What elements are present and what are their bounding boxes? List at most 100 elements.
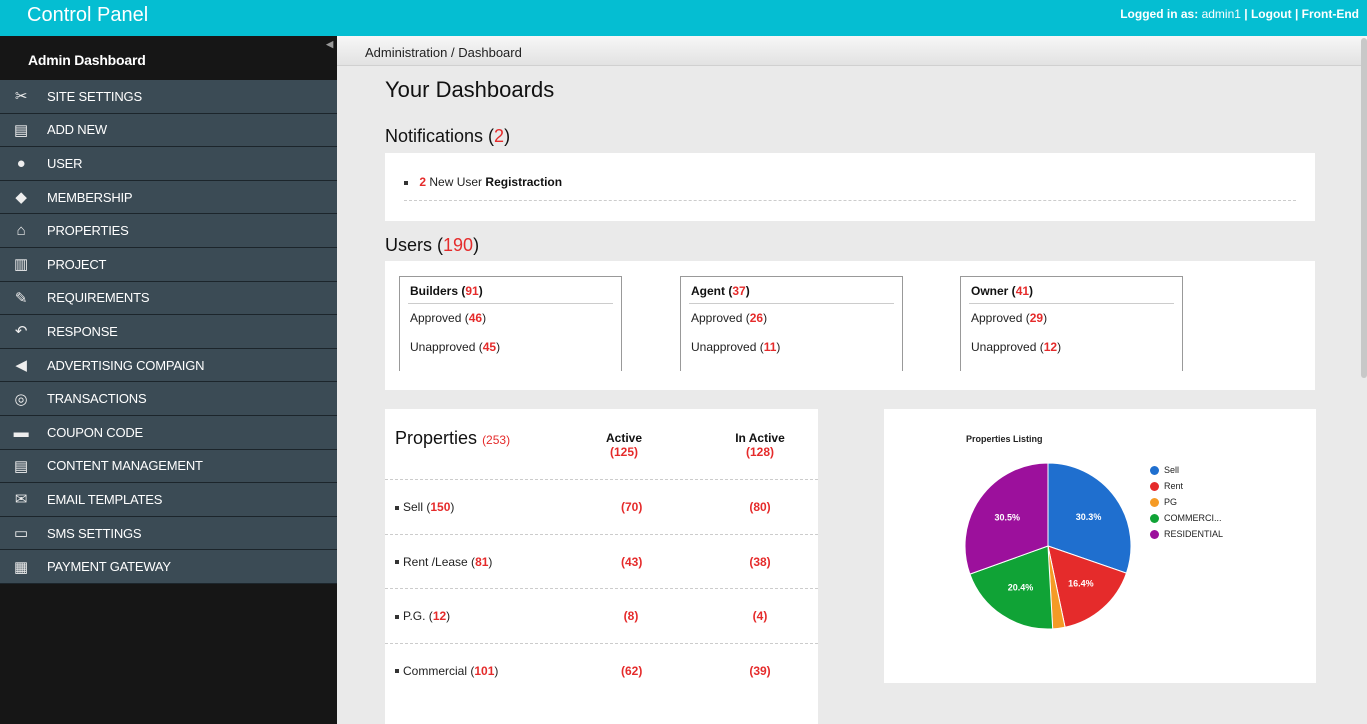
legend-label: Rent bbox=[1164, 481, 1184, 491]
property-type[interactable]: Commercial (101) bbox=[395, 664, 498, 678]
legend-item[interactable]: COMMERCI... bbox=[1150, 510, 1223, 526]
sidebar-item-content-management[interactable]: ▤ CONTENT MANAGEMENT bbox=[0, 449, 337, 484]
inactive-count[interactable]: (80) bbox=[747, 500, 773, 514]
sidebar-item-transactions[interactable]: ◎ TRANSACTIONS bbox=[0, 382, 337, 416]
user-group-title[interactable]: Owner (41) bbox=[969, 277, 1174, 304]
sidebar-item-advertising-compaign[interactable]: ◀ ADVERTISING COMPAIGN bbox=[0, 348, 337, 383]
sidebar-item-label: USER bbox=[47, 155, 83, 171]
legend-item[interactable]: RESIDENTIAL bbox=[1150, 526, 1223, 542]
notification-item[interactable]: 2 New User Registraction bbox=[404, 175, 562, 189]
front-end-link[interactable]: Front-End bbox=[1302, 7, 1359, 21]
notifications-panel: 2 New User Registraction bbox=[385, 153, 1315, 221]
user-group-title[interactable]: Builders (91) bbox=[408, 277, 613, 304]
user-group-title[interactable]: Agent (37) bbox=[689, 277, 894, 304]
breadcrumb: Administration / Dashboard bbox=[337, 36, 1367, 66]
group-count: 41 bbox=[1015, 284, 1030, 298]
property-name: Commercial bbox=[403, 663, 468, 678]
unapproved-row[interactable]: Unapproved (45) bbox=[408, 333, 613, 362]
active-count[interactable]: (43) bbox=[621, 555, 642, 569]
sms-icon: ▭ bbox=[14, 525, 28, 543]
sidebar-item-requirements[interactable]: ✎ REQUIREMENTS bbox=[0, 281, 337, 316]
active-label: Active bbox=[605, 431, 643, 445]
legend-label: RESIDENTIAL bbox=[1164, 529, 1224, 539]
tools-icon: ✂ bbox=[14, 88, 28, 106]
property-type[interactable]: P.G. (12) bbox=[395, 609, 450, 623]
table-row: P.G. (12) (8) (4) bbox=[385, 588, 818, 642]
unapproved-row[interactable]: Unapproved (12) bbox=[969, 333, 1174, 362]
approved-row[interactable]: Approved (29) bbox=[969, 304, 1174, 333]
legend-item[interactable]: PG bbox=[1150, 494, 1223, 510]
sidebar-header: Admin Dashboard ◀ bbox=[0, 36, 337, 80]
sidebar-menu: ✂ SITE SETTINGS ▤ ADD NEW ● USER ◆ MEMBERSHIP ⌂ P… bbox=[0, 80, 337, 584]
sidebar-item-add-new[interactable]: ▤ ADD NEW bbox=[0, 113, 337, 148]
sidebar-item-site-settings[interactable]: ✂ SITE SETTINGS bbox=[0, 80, 337, 114]
legend-label: COMMERCI... bbox=[1164, 513, 1222, 523]
content-icon: ▤ bbox=[14, 457, 28, 475]
membership-card-icon: ◆ bbox=[15, 189, 27, 207]
sidebar-item-label: EMAIL TEMPLATES bbox=[47, 491, 163, 507]
property-type[interactable]: Rent /Lease (81) bbox=[395, 555, 492, 569]
breadcrumb-separator: / bbox=[451, 45, 455, 60]
inactive-count[interactable]: (4) bbox=[747, 609, 773, 623]
scrollbar[interactable] bbox=[1361, 38, 1367, 378]
user-icon: ● bbox=[16, 154, 26, 172]
property-count: 150 bbox=[430, 500, 451, 514]
legend-label: PG bbox=[1164, 497, 1178, 507]
inactive-total: (128) bbox=[745, 445, 774, 459]
inactive-count[interactable]: (38) bbox=[747, 555, 773, 569]
unapproved-count: 12 bbox=[1043, 340, 1058, 354]
sidebar-item-payment-gateway[interactable]: ▦ PAYMENT GATEWAY bbox=[0, 550, 337, 584]
legend-item[interactable]: Rent bbox=[1150, 478, 1223, 494]
collapse-arrow-icon[interactable]: ◀ bbox=[326, 39, 333, 50]
app-title: Control Panel bbox=[27, 4, 149, 26]
property-name: Rent /Lease bbox=[403, 554, 468, 569]
sidebar: Admin Dashboard ◀ ✂ SITE SETTINGS ▤ ADD NEW… bbox=[0, 36, 337, 724]
sidebar-item-project[interactable]: ▥ PROJECT bbox=[0, 247, 337, 282]
group-count: 91 bbox=[465, 284, 479, 298]
separator: | bbox=[1294, 7, 1299, 21]
sidebar-item-properties[interactable]: ⌂ PROPERTIES bbox=[0, 214, 337, 248]
inactive-label: In Active bbox=[735, 431, 785, 445]
property-count: 101 bbox=[474, 663, 495, 678]
inactive-count[interactable]: (39) bbox=[747, 664, 773, 678]
notification-count: 2 bbox=[419, 175, 427, 189]
sidebar-item-label: TRANSACTIONS bbox=[47, 391, 147, 407]
chart-legend: Sell Rent PG COMMERCI... RESIDENTIAL bbox=[1150, 462, 1223, 542]
active-count[interactable]: (70) bbox=[621, 500, 642, 514]
table-row: Rent /Lease (81) (43) (38) bbox=[385, 533, 818, 588]
sidebar-item-coupon-code[interactable]: ▬ COUPON CODE bbox=[0, 415, 337, 450]
legend-dot-icon bbox=[1150, 529, 1159, 539]
sidebar-item-response[interactable]: ↶ RESPONSE bbox=[0, 315, 337, 349]
sidebar-item-membership[interactable]: ◆ MEMBERSHIP bbox=[0, 180, 337, 215]
breadcrumb-root[interactable]: Administration bbox=[365, 45, 447, 60]
unapproved-count: 11 bbox=[763, 340, 777, 354]
active-count[interactable]: (62) bbox=[621, 664, 642, 678]
sidebar-item-sms-settings[interactable]: ▭ SMS SETTINGS bbox=[0, 516, 337, 551]
approved-row[interactable]: Approved (46) bbox=[408, 304, 613, 333]
username: admin1 bbox=[1201, 7, 1241, 21]
property-count: 81 bbox=[475, 554, 489, 569]
approved-row[interactable]: Approved (26) bbox=[689, 304, 894, 333]
pie-chart: 30.3% 16.4% 20.4% 30.5% bbox=[964, 462, 1132, 630]
logout-link[interactable]: Logout bbox=[1251, 7, 1292, 21]
legend-item[interactable]: Sell bbox=[1150, 462, 1223, 478]
sidebar-item-label: MEMBERSHIP bbox=[47, 189, 133, 205]
sidebar-item-label: SMS SETTINGS bbox=[47, 525, 142, 541]
property-type[interactable]: Sell (150) bbox=[395, 500, 454, 514]
legend-dot-icon bbox=[1150, 513, 1159, 523]
transaction-icon: ◎ bbox=[14, 390, 28, 408]
sidebar-item-label: ADVERTISING COMPAIGN bbox=[47, 357, 205, 373]
unapproved-row[interactable]: Unapproved (11) bbox=[689, 333, 894, 362]
coupon-icon: ▬ bbox=[13, 423, 29, 441]
breadcrumb-current: Dashboard bbox=[458, 45, 522, 60]
bullet-icon bbox=[404, 180, 408, 185]
sidebar-item-email-templates[interactable]: ✉ EMAIL TEMPLATES bbox=[0, 483, 337, 517]
group-name: Builders bbox=[410, 284, 459, 298]
sidebar-item-user[interactable]: ● USER bbox=[0, 147, 337, 181]
sidebar-item-label: PROPERTIES bbox=[47, 223, 129, 239]
property-name: Sell bbox=[403, 500, 424, 514]
active-count[interactable]: (8) bbox=[621, 609, 641, 623]
active-column-header: Active (125) bbox=[600, 431, 648, 459]
sidebar-item-label: COUPON CODE bbox=[47, 424, 144, 440]
top-bar: Control Panel Logged in as: admin1 | Log… bbox=[0, 0, 1367, 36]
